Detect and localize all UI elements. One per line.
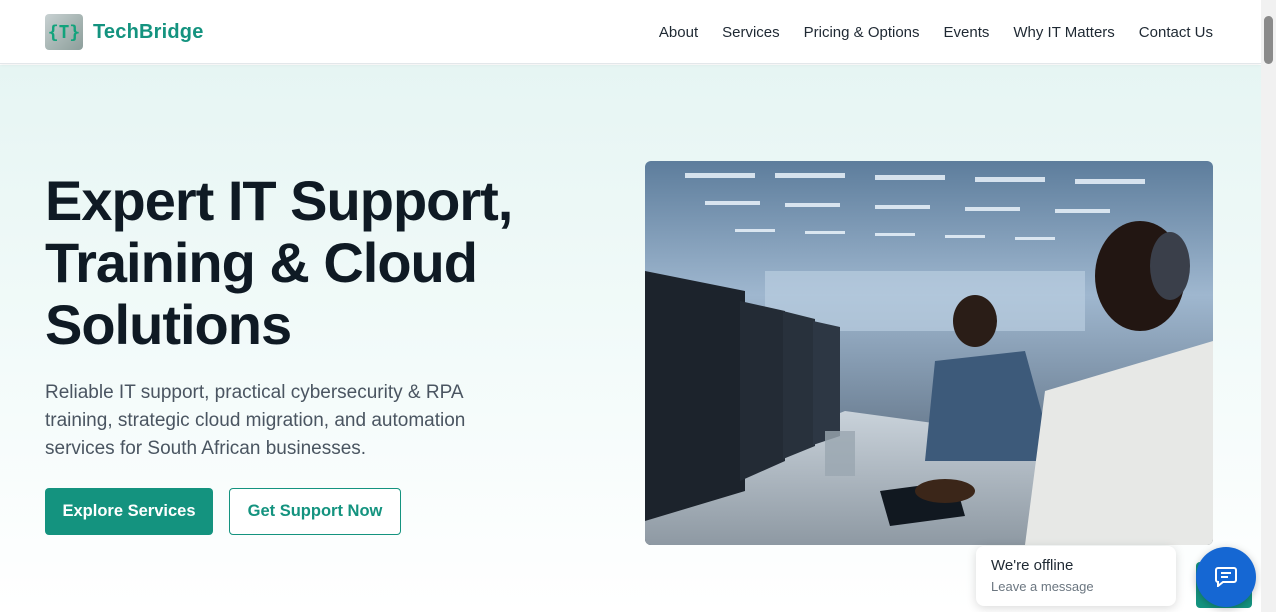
site-header: {T} TechBridge About Services Pricing & … [0,0,1261,64]
nav-item-contact[interactable]: Contact Us [1139,24,1213,41]
chat-offline-bubble[interactable]: We're offline Leave a message [976,546,1176,606]
page: {T} TechBridge About Services Pricing & … [0,0,1261,612]
nav-item-events[interactable]: Events [944,24,990,41]
hero-section: Expert IT Support, Training & Cloud Solu… [0,65,1261,612]
get-support-button[interactable]: Get Support Now [229,488,401,535]
explore-services-button[interactable]: Explore Services [45,488,213,535]
scrollbar-thumb[interactable] [1264,16,1273,64]
brand-logo[interactable]: {T} TechBridge [45,14,204,50]
headline-line-3: Solutions [45,293,292,356]
nav-item-about[interactable]: About [659,24,698,41]
chat-status: We're offline [991,557,1074,574]
nav-item-why-it-matters[interactable]: Why IT Matters [1013,24,1114,41]
hero-subtext: Reliable IT support, practical cybersecu… [45,382,466,459]
logo-mark-icon: {T} [45,14,83,50]
headline-line-1: Expert IT Support, [45,169,513,232]
brand-name: TechBridge [93,20,204,43]
chat-prompt: Leave a message [991,579,1094,594]
main-nav: About Services Pricing & Options Events … [635,0,1213,64]
nav-item-services[interactable]: Services [722,24,780,41]
nav-item-pricing[interactable]: Pricing & Options [804,24,920,41]
headline-line-2: Training & Cloud [45,231,478,294]
chat-launcher-button[interactable] [1196,547,1256,607]
page-scrollbar[interactable] [1261,0,1276,612]
chat-icon [1215,567,1237,587]
hero-photo-it-workspace [645,161,1213,545]
hero-headline: Expert IT Support, Training & Cloud Solu… [45,170,565,356]
